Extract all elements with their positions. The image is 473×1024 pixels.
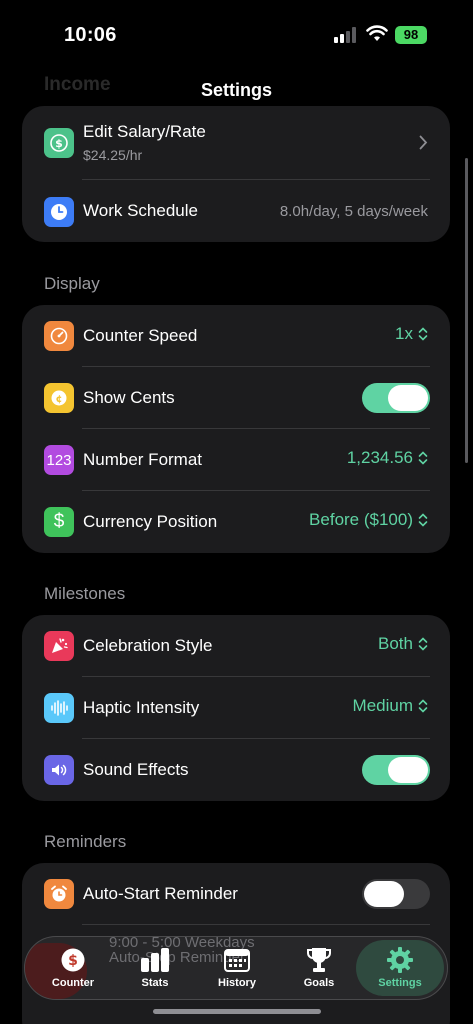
toggle-knob xyxy=(364,881,404,907)
section-header-reminders: Reminders xyxy=(44,832,127,851)
number-format-picker[interactable]: 1,234.56 xyxy=(347,448,428,468)
scrollbar[interactable] xyxy=(465,158,468,463)
picker-value: 1,234.56 xyxy=(346,448,413,467)
tab-label: Settings xyxy=(378,977,422,989)
chevron-up-down-icon xyxy=(418,637,428,651)
chevron-up-down-icon xyxy=(418,327,428,341)
party-popper-icon xyxy=(44,631,74,661)
svg-text:$: $ xyxy=(55,137,63,150)
work-schedule-value: 8.0h/day, 5 days/week xyxy=(279,203,428,220)
auto-start-reminder-row: Auto-Start Reminder xyxy=(22,863,450,925)
tab-settings[interactable]: Settings xyxy=(356,940,444,996)
picker-value: 1x xyxy=(395,324,413,343)
auto-start-reminder-toggle[interactable] xyxy=(362,879,430,909)
calendar-icon xyxy=(224,945,250,975)
picker-value: Medium xyxy=(352,696,413,715)
row-label: Sound Effects xyxy=(83,760,189,779)
toggle-knob xyxy=(388,385,428,411)
gear-icon xyxy=(386,945,414,975)
picker-value: Both xyxy=(378,634,413,653)
bar-chart-icon xyxy=(140,945,170,975)
chevron-right-icon xyxy=(419,135,428,155)
section-header-milestones: Milestones xyxy=(44,584,126,603)
clock-icon xyxy=(44,197,74,227)
currency-position-picker[interactable]: Before ($100) xyxy=(309,510,428,530)
row-label: Number Format xyxy=(83,450,203,469)
currency-position-row[interactable]: $ Currency Position Before ($100) xyxy=(22,491,450,553)
toggle-knob xyxy=(388,757,428,783)
waveform-icon xyxy=(44,693,74,723)
row-label: Show Cents xyxy=(83,388,175,407)
income-card: $ Edit Salary/Rate $24.25/hr Work Schedu… xyxy=(22,106,450,242)
row-label: Counter Speed xyxy=(83,326,198,345)
speedometer-icon xyxy=(44,321,74,351)
status-bar: 10:06 98 xyxy=(0,0,473,60)
trophy-icon xyxy=(306,945,332,975)
number-format-icon: 123 xyxy=(44,445,74,475)
alarm-clock-icon xyxy=(44,879,74,909)
chevron-up-down-icon xyxy=(418,699,428,713)
dollar-icon: $ xyxy=(44,128,74,158)
page-title: Settings xyxy=(200,80,272,100)
sound-effects-toggle[interactable] xyxy=(362,755,430,785)
row-label: Work Schedule xyxy=(83,201,198,220)
battery-indicator: 98 xyxy=(395,26,427,44)
display-card: Counter Speed 1x ¢ Show Cents 123 Number… xyxy=(22,305,450,553)
chevron-up-down-icon xyxy=(418,513,428,527)
chevron-up-down-icon xyxy=(418,451,428,465)
row-label: Celebration Style xyxy=(83,636,213,655)
counter-speed-row[interactable]: Counter Speed 1x xyxy=(22,305,450,367)
tab-bar: 9:00 - 5:00 Weekdays Auto-Stop Reminder … xyxy=(24,936,448,1000)
show-cents-row: ¢ Show Cents xyxy=(22,367,450,429)
cellular-signal-icon xyxy=(334,27,360,43)
tab-stats[interactable]: Stats xyxy=(113,937,197,999)
tab-label: Goals xyxy=(303,977,335,989)
salary-rate-value: $24.25/hr xyxy=(83,147,143,163)
tab-label: Counter xyxy=(51,977,95,989)
counter-speed-picker[interactable]: 1x xyxy=(395,324,428,344)
sound-effects-row: Sound Effects xyxy=(22,739,450,801)
haptic-intensity-row[interactable]: Haptic Intensity Medium xyxy=(22,677,450,739)
currency-icon: $ xyxy=(44,507,74,537)
tab-label: History xyxy=(218,977,256,989)
home-indicator[interactable] xyxy=(153,1009,321,1014)
haptic-intensity-picker[interactable]: Medium xyxy=(353,696,428,716)
milestones-card: Celebration Style Both Haptic Intensity … xyxy=(22,615,450,801)
svg-text:¢: ¢ xyxy=(56,394,63,405)
cent-icon: ¢ xyxy=(44,383,74,413)
tab-label: Stats xyxy=(141,977,169,989)
row-label: Auto-Start Reminder xyxy=(83,884,238,903)
show-cents-toggle[interactable] xyxy=(362,383,430,413)
dollar-coin-icon: $ xyxy=(60,945,86,975)
speaker-icon xyxy=(44,755,74,785)
number-format-row[interactable]: 123 Number Format 1,234.56 xyxy=(22,429,450,491)
row-label: Haptic Intensity xyxy=(83,698,200,717)
section-header-display: Display xyxy=(44,274,100,293)
row-label: Currency Position xyxy=(83,512,218,531)
edit-salary-row[interactable]: $ Edit Salary/Rate $24.25/hr xyxy=(22,106,450,180)
tab-goals[interactable]: Goals xyxy=(277,937,361,999)
tab-history[interactable]: History xyxy=(195,937,279,999)
tab-counter[interactable]: $ Counter xyxy=(31,937,115,999)
work-schedule-row[interactable]: Work Schedule 8.0h/day, 5 days/week xyxy=(22,180,450,242)
svg-text:$: $ xyxy=(68,953,78,969)
celebration-style-row[interactable]: Celebration Style Both xyxy=(22,615,450,677)
wifi-icon xyxy=(366,25,388,48)
status-time: 10:06 xyxy=(64,24,117,46)
picker-value: Before ($100) xyxy=(309,510,413,529)
divider xyxy=(82,924,430,925)
celebration-style-picker[interactable]: Both xyxy=(378,634,428,654)
row-label: Edit Salary/Rate xyxy=(83,122,206,141)
